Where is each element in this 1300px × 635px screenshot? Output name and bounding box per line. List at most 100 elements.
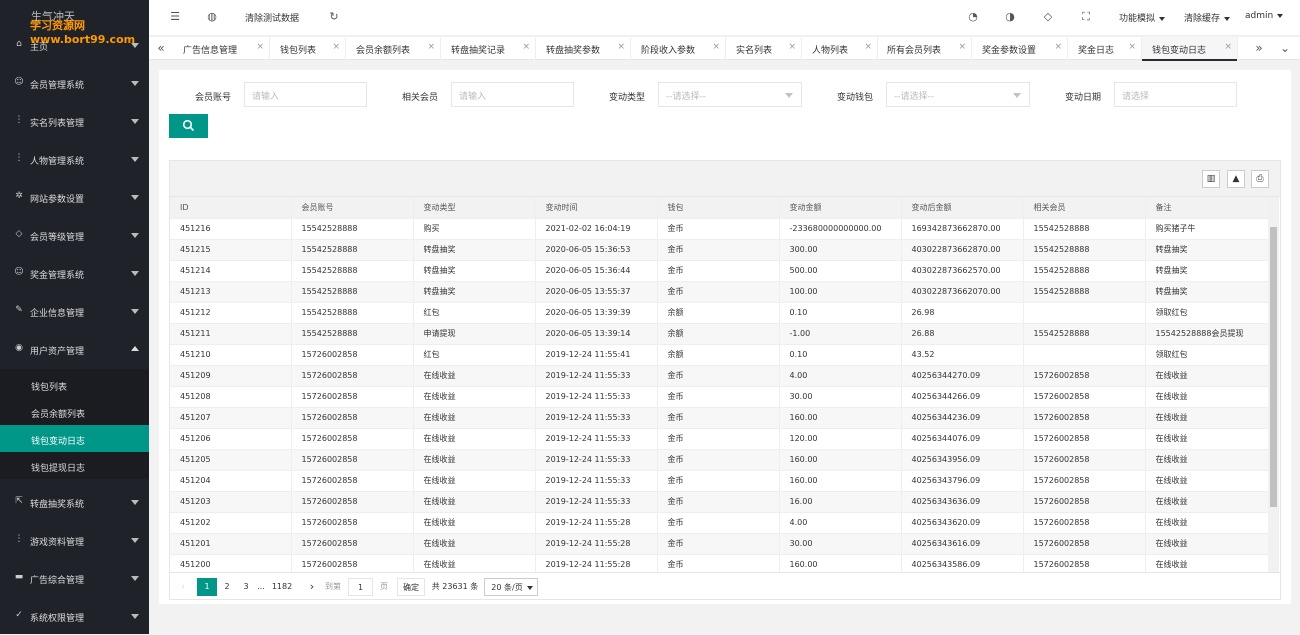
tabs-scroll-right-icon[interactable]: » xyxy=(1247,37,1271,60)
table-row[interactable]: 451212 15542528888 红包 2020-06-05 13:39:39 余额… xyxy=(170,302,1268,324)
columns-filter-icon[interactable]: ▥ xyxy=(1202,170,1220,188)
sidebar-item-5[interactable]: ✲ 网站参数设置 xyxy=(0,178,149,216)
tab-3[interactable]: 会员余额列表 × xyxy=(346,37,441,60)
user-menu[interactable]: admin xyxy=(1245,11,1284,21)
sidebar-item-4[interactable]: ⋮ 人物管理系统 xyxy=(0,140,149,178)
submenu-item-1[interactable]: 钱包列表 xyxy=(0,371,149,398)
sidebar-item-2[interactable]: ☺ 会员管理系统 xyxy=(0,64,149,102)
tab-label: 人物列表 xyxy=(812,46,849,56)
close-icon[interactable]: × xyxy=(1224,42,1232,52)
submenu-item-4[interactable]: 钱包提现日志 xyxy=(0,452,149,479)
compass-icon: ◉ xyxy=(15,343,23,353)
page-last[interactable]: 1182 xyxy=(270,578,294,596)
table-cell: 15542528888 xyxy=(291,260,414,282)
table-row[interactable]: 451200 15726002858 在线收益 2019-12-24 11:55:28… xyxy=(170,554,1268,572)
sidebar-item-10[interactable]: ⇱ 转盘抽奖系统 xyxy=(0,483,149,521)
tab-1[interactable]: 广告信息管理 × xyxy=(173,37,270,60)
close-icon[interactable]: × xyxy=(617,42,625,52)
tab-2[interactable]: 钱包列表 × xyxy=(270,37,346,60)
sidebar-item-1[interactable]: ⌂ 主页 xyxy=(0,26,149,64)
tab-11[interactable]: 奖金日志 × xyxy=(1068,37,1142,60)
close-icon[interactable]: × xyxy=(427,42,435,52)
close-icon[interactable]: × xyxy=(864,42,872,52)
table-row[interactable]: 451215 15542528888 转盘抽奖 2020-06-05 15:36:53… xyxy=(170,239,1268,261)
next-page-icon[interactable]: › xyxy=(305,578,319,596)
menu-toggle-icon[interactable]: ☰ xyxy=(169,11,181,23)
bell-icon[interactable]: ◔ xyxy=(967,11,979,23)
member-account-input[interactable]: 请输入 xyxy=(244,82,367,107)
tab-12[interactable]: 钱包变动日志 × xyxy=(1142,37,1238,61)
submenu-item-2[interactable]: 会员余额列表 xyxy=(0,398,149,425)
table-cell: 在线收益 xyxy=(1145,386,1268,408)
close-icon[interactable]: × xyxy=(1128,42,1136,52)
table-row[interactable]: 451216 15542528888 购买 2021-02-02 16:04:19 金币… xyxy=(170,218,1268,240)
table-row[interactable]: 451206 15726002858 在线收益 2019-12-24 11:55:33… xyxy=(170,428,1268,450)
globe-icon[interactable]: ◍ xyxy=(206,11,218,23)
table-row[interactable]: 451210 15726002858 红包 2019-12-24 11:55:41 余额… xyxy=(170,344,1268,366)
tab-4[interactable]: 转盘抽奖记录 × xyxy=(441,37,536,60)
table-row[interactable]: 451207 15726002858 在线收益 2019-12-24 11:55:33… xyxy=(170,407,1268,429)
change-wallet-select[interactable]: --请选择-- xyxy=(886,82,1030,107)
table-row[interactable]: 451201 15726002858 在线收益 2019-12-24 11:55:28… xyxy=(170,533,1268,555)
tabs-menu-chevron-icon[interactable]: ⌄ xyxy=(1273,37,1297,60)
print-icon[interactable]: ⎙ xyxy=(1251,170,1269,188)
sidebar-item-9[interactable]: ◉ 用户资产管理 xyxy=(0,330,149,368)
table-toolbar: ▥ ▲ ⎙ xyxy=(170,161,1280,197)
table-row[interactable]: 451203 15726002858 在线收益 2019-12-24 11:55:33… xyxy=(170,491,1268,513)
sidebar-item-11[interactable]: ⋮ 游戏资料管理 xyxy=(0,521,149,559)
sidebar-item-3[interactable]: ⋮ 实名列表管理 xyxy=(0,102,149,140)
close-icon[interactable]: × xyxy=(712,42,720,52)
tab-5[interactable]: 转盘抽奖参数 × xyxy=(536,37,631,60)
tab-7[interactable]: 实名列表 × xyxy=(726,37,802,60)
search-button[interactable] xyxy=(169,114,208,138)
page-2[interactable]: 2 xyxy=(219,578,235,596)
tab-6[interactable]: 阶段收入参数 × xyxy=(631,37,726,60)
tabs-scroll-left-icon[interactable]: « xyxy=(149,37,173,60)
goto-page-input[interactable]: 1 xyxy=(348,578,373,596)
prev-page-icon[interactable]: ‹ xyxy=(176,578,190,596)
chevron-down-icon xyxy=(131,538,139,543)
close-icon[interactable]: × xyxy=(788,42,796,52)
close-icon[interactable]: × xyxy=(522,42,530,52)
function-mode-menu[interactable]: 功能模拟 xyxy=(1119,11,1166,24)
table-cell: 15726002858 xyxy=(291,344,414,366)
chevron-down-icon xyxy=(131,81,139,86)
tab-10[interactable]: 奖金参数设置 × xyxy=(972,37,1068,60)
export-icon[interactable]: ▲ xyxy=(1227,170,1245,188)
change-date-input[interactable]: 请选择 xyxy=(1114,82,1237,107)
per-page-select[interactable]: 20 条/页 xyxy=(484,578,538,596)
table-row[interactable]: 451211 15542528888 申请提现 2020-06-05 13:39:14… xyxy=(170,323,1268,345)
tab-8[interactable]: 人物列表 × xyxy=(802,37,878,60)
table-row[interactable]: 451205 15726002858 在线收益 2019-12-24 11:55:33… xyxy=(170,449,1268,471)
tab-9[interactable]: 所有会员列表 × xyxy=(877,37,972,60)
table-row[interactable]: 451213 15542528888 转盘抽奖 2020-06-05 13:55:37… xyxy=(170,281,1268,303)
clear-test-data-button[interactable]: 清除测试数据 xyxy=(245,11,299,24)
table-row[interactable]: 451208 15726002858 在线收益 2019-12-24 11:55:33… xyxy=(170,386,1268,408)
table-row[interactable]: 451209 15726002858 在线收益 2019-12-24 11:55:33… xyxy=(170,365,1268,387)
submenu-item-3[interactable]: 钱包变动日志 xyxy=(0,425,149,452)
clear-cache-menu[interactable]: 清除缓存 xyxy=(1184,11,1231,24)
close-icon[interactable]: × xyxy=(256,42,264,52)
table-row[interactable]: 451214 15542528888 转盘抽奖 2020-06-05 15:36:44… xyxy=(170,260,1268,282)
page-3[interactable]: 3 xyxy=(238,578,254,596)
sidebar-item-13[interactable]: ✓ 系统权限管理 xyxy=(0,597,149,635)
refresh-icon[interactable]: ↻ xyxy=(328,11,340,23)
close-icon[interactable]: × xyxy=(332,42,340,52)
table-row[interactable]: 451202 15726002858 在线收益 2019-12-24 11:55:28… xyxy=(170,512,1268,534)
table-row[interactable]: 451204 15726002858 在线收益 2019-12-24 11:55:33… xyxy=(170,470,1268,492)
tag-icon[interactable]: ◇ xyxy=(1042,11,1054,23)
sidebar-item-8[interactable]: ✎ 企业信息管理 xyxy=(0,292,149,330)
close-icon[interactable]: × xyxy=(958,42,966,52)
dashboard-icon[interactable]: ◑ xyxy=(1004,11,1016,23)
change-type-select[interactable]: --请选择-- xyxy=(658,82,802,107)
table-scrollbar[interactable] xyxy=(1268,197,1279,572)
close-icon[interactable]: × xyxy=(1054,42,1062,52)
sidebar-item-7[interactable]: ☺ 奖金管理系统 xyxy=(0,254,149,292)
related-member-input[interactable]: 请输入 xyxy=(451,82,574,107)
sidebar-item-12[interactable]: ▬ 广告综合管理 xyxy=(0,559,149,597)
fullscreen-icon[interactable]: ⛶ xyxy=(1080,11,1092,23)
scrollbar-thumb[interactable] xyxy=(1270,227,1277,507)
page-1[interactable]: 1 xyxy=(197,578,217,596)
sidebar-item-6[interactable]: ◇ 会员等级管理 xyxy=(0,216,149,254)
goto-confirm-button[interactable]: 确定 xyxy=(397,578,425,596)
